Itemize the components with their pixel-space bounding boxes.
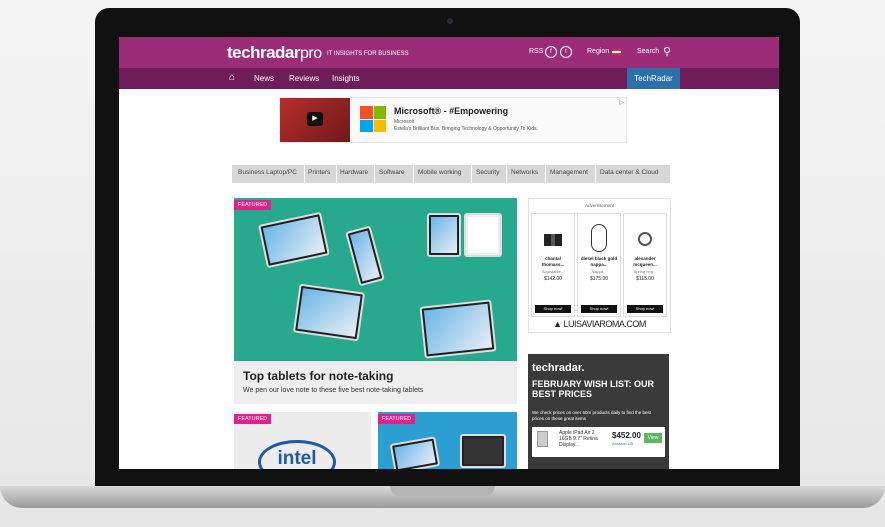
ad-brand: Microsoft: [394, 119, 415, 125]
divider: [336, 165, 337, 183]
search-icon[interactable]: ⚲: [663, 45, 671, 58]
tablet-image: [258, 211, 330, 269]
promo-logo: techradar.: [532, 362, 585, 374]
ad-product[interactable]: chantal thomass... Adjustable... $142.00…: [531, 213, 575, 317]
category-printers[interactable]: Printers: [308, 169, 330, 176]
divider: [506, 165, 507, 183]
ad-title[interactable]: Microsoft® - #Empowering: [394, 106, 508, 116]
home-icon[interactable]: ⌂: [229, 72, 235, 83]
shop-now-button[interactable]: Shop now!: [581, 305, 617, 313]
divider: [545, 165, 546, 183]
product-price: $175.00: [589, 276, 609, 282]
product-name: Apple iPad Air 2 16GB 9.7" Retina Displa…: [559, 430, 598, 448]
search-link[interactable]: Search: [637, 48, 659, 55]
ad-label: Advertisement: [585, 203, 614, 208]
nav-reviews[interactable]: Reviews: [289, 74, 319, 83]
facebook-icon[interactable]: f: [545, 46, 557, 58]
divider: [471, 165, 472, 183]
advertiser-logo[interactable]: ▲ LUISAVIAROMA.COM: [529, 319, 670, 329]
category-bar: Business Laptop/PC Printers Hardware Sof…: [232, 165, 670, 183]
featured-badge: FEATURED: [234, 200, 272, 210]
necklace-image: [591, 224, 607, 252]
us-flag-icon[interactable]: [612, 49, 621, 55]
category-networks[interactable]: Networks: [511, 169, 538, 176]
product-name: chantal: [545, 256, 561, 261]
view-button[interactable]: View: [644, 433, 662, 443]
phone-image: [345, 225, 385, 287]
ad-description: Estela's Brilliant Bus. Bringing Technol…: [394, 126, 538, 132]
top-advertisement[interactable]: ▶ Microsoft® - #Empowering Microsoft Est…: [279, 97, 627, 143]
tab-techradar[interactable]: TechRadar: [627, 68, 680, 89]
shop-now-button[interactable]: Shop now!: [535, 305, 571, 313]
product-name: alexander: [634, 256, 656, 261]
ipad-image: [537, 431, 548, 447]
webcam: [447, 18, 453, 24]
product-price: $115.00: [636, 276, 654, 282]
product-name: diesel black gold: [580, 256, 618, 261]
article-card[interactable]: FEATURED: [378, 412, 517, 469]
tablet-image: [427, 213, 461, 257]
divider: [413, 165, 414, 183]
featured-badge: FEATURED: [234, 414, 272, 424]
promo-subtitle: We check prices on over 60m products dai…: [532, 410, 651, 421]
featured-article-image[interactable]: FEATURED: [234, 198, 517, 361]
site-logo[interactable]: techradarpro: [227, 43, 322, 63]
category-data-center[interactable]: Data center & Cloud: [600, 169, 659, 176]
intel-logo: intel: [258, 440, 336, 469]
product-price: $142.00: [543, 276, 563, 282]
price-promo-widget[interactable]: techradar. FEBRUARY WISH LIST: OUR BEST …: [528, 354, 669, 469]
ad-choices-icon[interactable]: ▷: [619, 99, 624, 106]
store-name: Amazon US: [612, 441, 634, 446]
divider: [595, 165, 596, 183]
ad-video-thumbnail[interactable]: ▶: [280, 98, 350, 142]
category-security[interactable]: Security: [476, 169, 499, 176]
product-desc: Adjustable...: [541, 269, 564, 274]
browser-screen: techradarpro IT INSIGHTS FOR BUSINESS RS…: [119, 37, 779, 469]
article-card[interactable]: FEATURED intel: [234, 412, 371, 469]
article-title[interactable]: Top tablets for note-taking: [243, 369, 393, 383]
ad-product[interactable]: diesel black gold nappa... Nappa... $175…: [577, 213, 621, 317]
play-icon[interactable]: ▶: [307, 112, 323, 126]
featured-caption[interactable]: Top tablets for note-taking We pen our l…: [234, 361, 517, 404]
tablet-image: [464, 213, 502, 257]
product-name: nappa...: [590, 262, 608, 267]
article-subtitle: We pen our love note to these five best …: [243, 387, 424, 394]
laptop-notch: [390, 486, 495, 496]
nav-news[interactable]: News: [254, 74, 274, 83]
rss-link[interactable]: RSS: [529, 48, 543, 55]
side-advertisement[interactable]: Advertisement chantal thomass... Adjusta…: [528, 198, 671, 333]
tablet-image: [292, 283, 366, 342]
region-selector[interactable]: Region: [587, 48, 609, 55]
product-name: mcqueen...: [633, 262, 657, 267]
product-price: $452.00: [612, 431, 641, 440]
category-business-laptop[interactable]: Business Laptop/PC: [238, 169, 297, 176]
category-management[interactable]: Management: [550, 169, 588, 176]
category-software[interactable]: Software: [379, 169, 405, 176]
shop-now-button[interactable]: Shop now!: [627, 305, 663, 313]
twitter-icon[interactable]: t: [560, 46, 572, 58]
promo-headline: FEBRUARY WISH LIST: OUR BEST PRICES: [532, 379, 655, 399]
category-mobile-working[interactable]: Mobile working: [418, 169, 461, 176]
product-name: thomass...: [541, 262, 565, 267]
bow-tie-image: [544, 234, 562, 246]
nav-insights[interactable]: Insights: [332, 74, 360, 83]
divider: [374, 165, 375, 183]
tablet-image: [419, 299, 497, 359]
ad-product[interactable]: alexander mcqueen... Spring ring... $115…: [623, 213, 667, 317]
product-desc: Spring ring...: [633, 269, 657, 274]
tagline: IT INSIGHTS FOR BUSINESS: [327, 51, 409, 57]
laptop-image: [460, 434, 506, 468]
product-desc: Nappa...: [591, 269, 607, 274]
site-header: techradarpro IT INSIGHTS FOR BUSINESS RS…: [119, 37, 779, 68]
laptop-image: [389, 436, 441, 469]
category-hardware[interactable]: Hardware: [340, 169, 368, 176]
microsoft-logo: [360, 106, 386, 132]
featured-badge: FEATURED: [378, 414, 416, 424]
main-nav: ⌂ News Reviews Insights TechRadar: [119, 68, 779, 89]
promo-product-row[interactable]: Apple iPad Air 2 16GB 9.7" Retina Displa…: [532, 427, 665, 457]
divider: [304, 165, 305, 183]
keyring-image: [638, 232, 652, 246]
